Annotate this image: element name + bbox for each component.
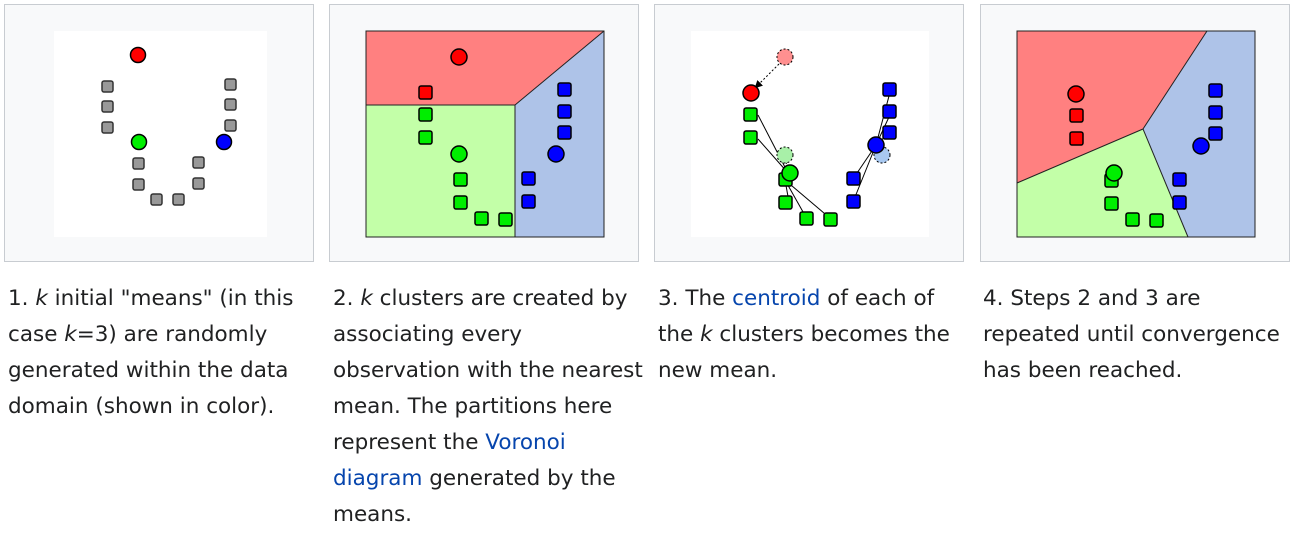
- green-region: [366, 105, 515, 237]
- step3-caption: 3. The centroid of each of the k cluster…: [658, 281, 970, 389]
- green-mean: [130, 133, 148, 151]
- observation: [1149, 213, 1164, 228]
- step3-diagram: [691, 31, 929, 237]
- blue-mean: [547, 145, 565, 163]
- observation: [778, 195, 793, 210]
- step-number: 1.: [8, 286, 29, 311]
- observation: [150, 193, 163, 206]
- observation: [1172, 172, 1187, 187]
- observation: [224, 98, 237, 111]
- observation: [192, 177, 205, 190]
- observation: [132, 178, 145, 191]
- observation: [101, 80, 114, 93]
- observation: [418, 107, 433, 122]
- observation: [823, 212, 838, 227]
- observation: [1104, 196, 1119, 211]
- new-blue-mean: [867, 136, 885, 154]
- observation: [1208, 105, 1223, 120]
- data-domain: [54, 31, 267, 237]
- observation: [132, 157, 145, 170]
- observation: [498, 212, 513, 227]
- observation: [846, 194, 861, 209]
- step-number: 2.: [333, 286, 354, 311]
- observation: [418, 85, 433, 100]
- observation: [101, 121, 114, 134]
- k-variable: k: [700, 322, 713, 347]
- observation: [172, 193, 185, 206]
- k-variable: k: [64, 322, 77, 347]
- observation: [846, 171, 861, 186]
- step2-caption: 2. k clusters are created by associating…: [333, 281, 645, 533]
- step-number: 4.: [983, 286, 1004, 311]
- step4-diagram: [1016, 30, 1256, 238]
- centroid-link[interactable]: centroid: [732, 286, 820, 311]
- observation: [557, 104, 572, 119]
- observation: [882, 104, 897, 119]
- blue-mean: [1192, 137, 1210, 155]
- observation: [192, 156, 205, 169]
- red-mean: [450, 48, 468, 66]
- observation: [743, 130, 758, 145]
- blue-mean: [215, 133, 233, 151]
- green-mean: [1105, 164, 1123, 182]
- observation: [1069, 131, 1084, 146]
- step3-panel: [654, 4, 964, 262]
- observation: [418, 130, 433, 145]
- green-mean: [450, 145, 468, 163]
- new-green-mean: [781, 164, 799, 182]
- observation: [882, 125, 897, 140]
- caption-text: Steps 2 and 3 are repeated until converg…: [983, 286, 1280, 383]
- observation: [521, 171, 536, 186]
- red-mean: [129, 46, 147, 64]
- k-variable: k: [35, 286, 48, 311]
- step-number: 3.: [658, 286, 679, 311]
- observation: [557, 82, 572, 97]
- observation: [474, 211, 489, 226]
- caption-text: The: [678, 286, 733, 311]
- observation: [101, 100, 114, 113]
- old-red-mean: [776, 48, 794, 66]
- observation: [224, 119, 237, 132]
- step1-caption: 1. k initial "means" (in this case k=3) …: [8, 281, 320, 425]
- observation: [453, 195, 468, 210]
- observation: [882, 82, 897, 97]
- observation: [1069, 108, 1084, 123]
- step1-panel: [4, 4, 314, 262]
- step4-caption: 4. Steps 2 and 3 are repeated until conv…: [983, 281, 1295, 389]
- k-variable: k: [360, 286, 373, 311]
- observation: [1172, 195, 1187, 210]
- observation: [557, 125, 572, 140]
- step2-diagram: [365, 30, 605, 238]
- observation: [743, 107, 758, 122]
- observation: [521, 194, 536, 209]
- observation: [224, 78, 237, 91]
- observation: [799, 211, 814, 226]
- new-red-mean: [742, 84, 760, 102]
- observation: [1208, 126, 1223, 141]
- step4-panel: [980, 4, 1290, 262]
- old-green-mean: [776, 146, 794, 164]
- step1-diagram: [54, 31, 267, 237]
- observation: [1125, 212, 1140, 227]
- observation: [1208, 83, 1223, 98]
- red-mean: [1067, 85, 1085, 103]
- observation: [453, 172, 468, 187]
- step2-panel: [329, 4, 639, 262]
